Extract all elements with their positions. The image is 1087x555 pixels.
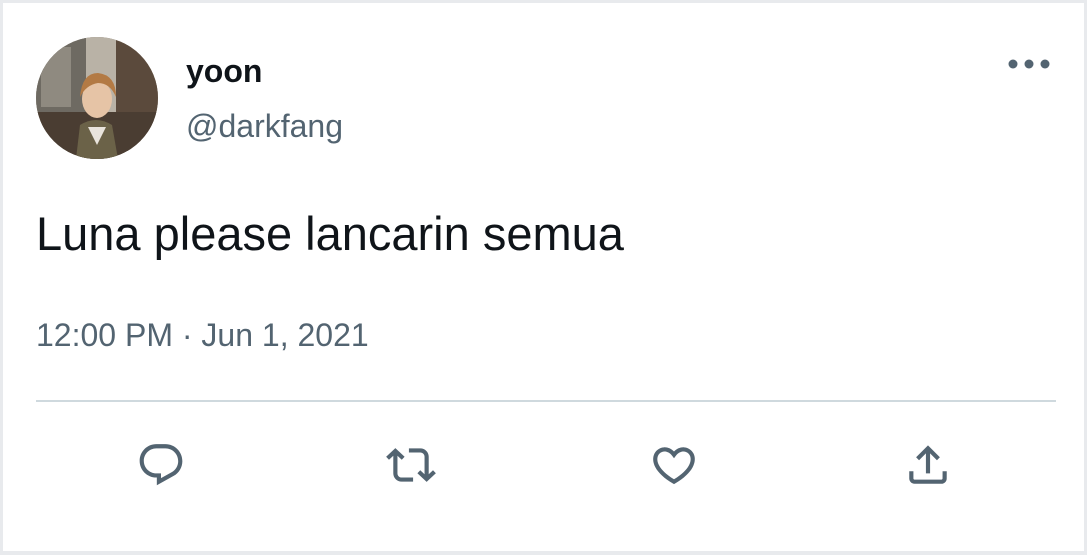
reply-button[interactable] [133, 437, 189, 493]
tweet-meta: 12:00 PM · Jun 1, 2021 [36, 317, 369, 353]
retweet-icon [386, 448, 436, 482]
like-button[interactable] [646, 437, 702, 493]
retweet-button[interactable] [383, 437, 439, 493]
divider [36, 400, 1056, 402]
share-button[interactable] [900, 437, 956, 493]
user-handle[interactable]: @darkfang [186, 108, 343, 144]
tweet-time[interactable]: 12:00 PM [36, 317, 173, 353]
avatar[interactable] [36, 37, 158, 159]
tweet-text: Luna please lancarin semua [36, 207, 624, 260]
meta-separator: · [181, 317, 193, 353]
more-horizontal-icon [1008, 59, 1050, 69]
display-name[interactable]: yoon [186, 53, 262, 89]
reply-icon [139, 444, 183, 486]
more-options-button[interactable] [1003, 48, 1055, 80]
share-icon [909, 445, 947, 484]
tweet-date[interactable]: Jun 1, 2021 [201, 317, 368, 353]
avatar-image [36, 37, 158, 159]
heart-icon [653, 447, 695, 485]
tweet-card: yoon @darkfang Luna please lancarin semu… [3, 3, 1084, 551]
